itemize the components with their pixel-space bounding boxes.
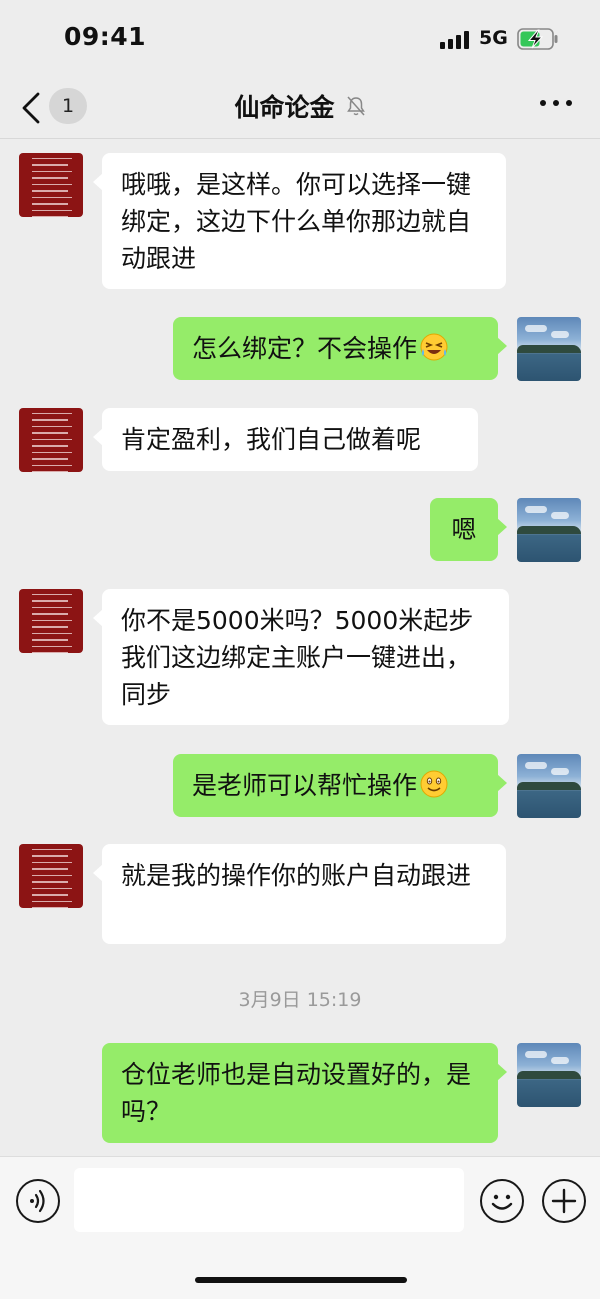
contact-avatar[interactable] [19, 844, 83, 908]
signal-icon [440, 31, 470, 49]
my-avatar[interactable] [517, 498, 581, 562]
chat-title: 仙命论金 [234, 93, 335, 122]
message-bubble-incoming[interactable]: 哦哦，是这样。你可以选择一键绑定，这边下什么单你那边就自动跟进 [93, 153, 506, 289]
message-bubble-incoming[interactable]: 就是我的操作你的账户自动跟进 [93, 844, 506, 944]
my-avatar[interactable] [517, 754, 581, 818]
voice-input-button[interactable] [16, 1179, 60, 1223]
home-indicator[interactable] [195, 1277, 407, 1283]
more-actions-button[interactable] [542, 1179, 586, 1223]
message-text: 就是我的操作你的账户自动跟进 [121, 861, 472, 890]
network-type: 5G [479, 27, 508, 49]
message-bubble-incoming[interactable]: 你不是5000米吗？5000米起步我们这边绑定主账户一键进出，同步 [93, 589, 509, 725]
chat-title-wrap: 仙命论金 [0, 88, 600, 124]
status-time: 09:41 [64, 22, 147, 51]
message-text: 肯定盈利，我们自己做着呢 [121, 425, 422, 454]
contact-avatar[interactable] [19, 153, 83, 217]
message-timestamp: 3月9日 15:19 [238, 989, 362, 1011]
emoji-button[interactable] [480, 1179, 524, 1223]
message-input[interactable] [74, 1168, 464, 1232]
message-text: 仓位老师也是自动设置好的，是吗？ [121, 1060, 472, 1126]
smiley-icon [491, 1194, 513, 1210]
contact-avatar[interactable] [19, 589, 83, 653]
muted-bell-icon [346, 96, 365, 116]
chat-header: 1 仙命论金 [0, 80, 600, 139]
battery-charging-icon [517, 28, 558, 50]
message-bubble-outgoing[interactable]: 是老师可以帮忙操作 [173, 754, 507, 817]
contact-avatar[interactable] [19, 408, 83, 472]
message-text: 哦哦，是这样。你可以选择一键绑定，这边下什么单你那边就自动跟进 [121, 170, 472, 273]
my-avatar[interactable] [517, 317, 581, 381]
message-text: 你不是5000米吗？5000米起步我们这边绑定主账户一键进出，同步 [121, 606, 474, 709]
message-text: 怎么绑定？不会操作 [192, 334, 418, 363]
rolling-laughing-emoji-icon [420, 333, 448, 361]
message-bubble-outgoing[interactable]: 仓位老师也是自动设置好的，是吗？ [102, 1043, 507, 1143]
message-bubble-incoming[interactable]: 肯定盈利，我们自己做着呢 [93, 408, 478, 471]
message-bubble-outgoing[interactable]: 怎么绑定？不会操作 [173, 317, 507, 380]
status-bar: 09:41 5G [0, 0, 600, 80]
message-text: 是老师可以帮忙操作 [192, 771, 418, 800]
more-options-icon[interactable] [540, 96, 572, 108]
plus-icon [551, 1188, 577, 1214]
voice-icon [30, 1189, 45, 1213]
smile-emoji-icon [420, 770, 448, 798]
my-avatar[interactable] [517, 1043, 581, 1107]
message-bubble-outgoing[interactable]: 嗯 [430, 498, 507, 561]
message-text: 嗯 [451, 515, 477, 544]
